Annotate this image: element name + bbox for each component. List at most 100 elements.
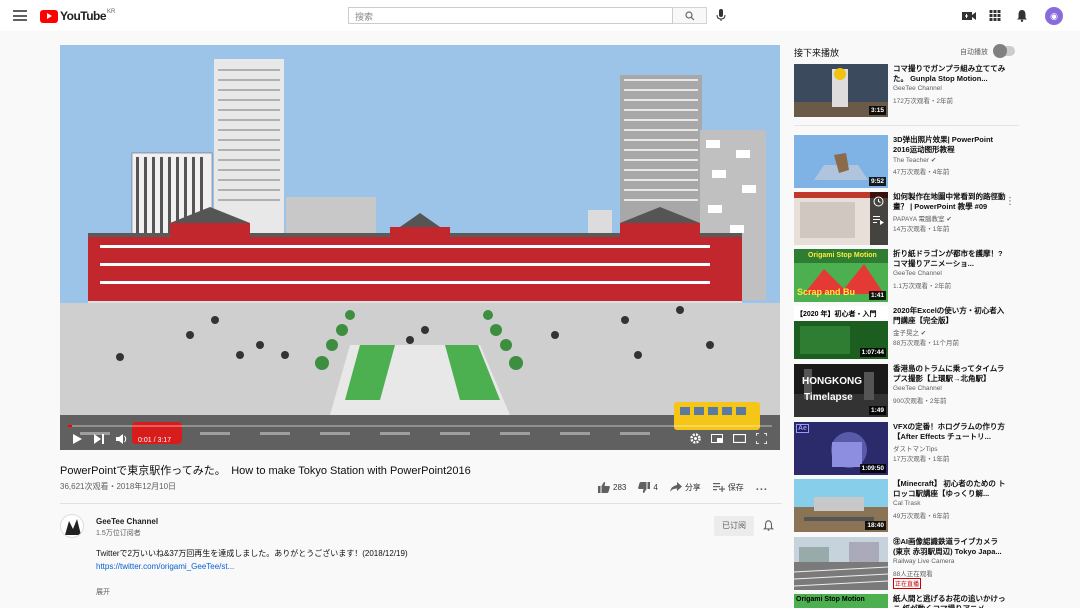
player-controls: 0:01 / 3:17	[60, 428, 780, 450]
rec-title: コマ撮りでガンプラ組み立ててみた。 Gunpla Stop Motion...	[893, 64, 1006, 83]
thumb-text: Timelapse	[804, 392, 853, 403]
video-player[interactable]: 0:01 / 3:17	[60, 45, 780, 450]
duration-badge: 18:40	[865, 521, 886, 530]
video-description: Twitterで2万いいね&37万回再生を達成しました。ありがとうございます！(…	[96, 548, 408, 573]
thumb-text: Scrap and Bu	[797, 287, 856, 297]
live-badge: 正在直播	[893, 578, 922, 589]
channel-logo-icon	[65, 519, 81, 535]
recommendation-item[interactable]: Origami Stop Motion 紙人間と逃げるお花の追いかけっこ 紙が動…	[794, 594, 1019, 608]
region-code: KR	[107, 9, 116, 15]
rec-meta: 49万次观看・6年前	[893, 513, 950, 520]
rec-channel: 金子晃之 ✔	[893, 330, 927, 337]
subscriber-count: 1.5万位订阅者	[96, 530, 141, 537]
rec-title: 紙人間と逃げるお花の追いかけっこ 紙が動くコマ撮りアニメ	[893, 594, 1006, 608]
thumbnail[interactable]: Origami Stop Motion	[794, 594, 888, 608]
rec-meta: 88人正在观看	[893, 571, 933, 578]
next-icon[interactable]	[94, 434, 104, 444]
menu-icon[interactable]	[13, 10, 27, 21]
rec-channel: Cal Trask	[893, 500, 921, 507]
thumbnail[interactable]: 18:40	[794, 479, 888, 532]
share-icon	[669, 482, 682, 492]
autoplay-label: 自动播放	[960, 49, 988, 56]
channel-bell-icon[interactable]	[763, 520, 774, 531]
thumbnail[interactable]: 3:15	[794, 64, 888, 117]
progress-fill	[68, 425, 72, 427]
rec-title: 3D弹出照片效果| PowerPoint 2016运动图形教程	[893, 135, 994, 154]
rec-meta: 17万次观看・1年前	[893, 456, 950, 463]
rec-title: 2020年Excelの使い方・初心者入門講座【完全版】	[893, 306, 1005, 325]
rec-channel: ダストマンTips	[893, 446, 938, 453]
recommendation-item[interactable]: 3:15 コマ撮りでガンプラ組み立ててみた。 Gunpla Stop Motio…	[794, 64, 1019, 117]
recommendation-item[interactable]: 【2020 年】初心者・入門 1:07:44 2020年Excelの使い方・初心…	[794, 306, 1019, 359]
thumbs-up-icon	[598, 481, 610, 493]
search-button[interactable]	[673, 7, 707, 24]
fullscreen-icon[interactable]	[756, 433, 767, 444]
duration-badge: 1:49	[868, 406, 886, 415]
rec-title: VFXの定番！ホログラムの作り方【After Effects チュートリ...	[893, 422, 1005, 441]
rec-meta: 900次观看・2年前	[893, 398, 947, 405]
search-input[interactable]: 搜索	[348, 7, 673, 24]
description-link[interactable]: https://twitter.com/origami_GeeTee/st...	[96, 562, 234, 571]
thumbnail[interactable]: Ae 1:09:50	[794, 422, 888, 475]
dislike-button[interactable]: 4	[638, 481, 658, 493]
apps-grid-icon[interactable]	[988, 9, 1002, 22]
time-display: 0:01 / 3:17	[138, 437, 172, 444]
create-video-icon[interactable]	[962, 9, 976, 22]
thumb-text: Origami Stop Motion	[796, 596, 865, 603]
recommendation-item[interactable]: Origami Stop Motion Scrap and Bu 1:41 折り…	[794, 249, 1019, 302]
rec-meta: 47万次观看・4年前	[893, 169, 950, 176]
theater-mode-icon[interactable]	[733, 434, 746, 443]
save-button[interactable]: 保存	[712, 482, 744, 493]
video-frame-illustration	[60, 45, 780, 450]
microphone-icon[interactable]	[716, 9, 726, 22]
expand-description-button[interactable]: 展开	[96, 587, 110, 597]
recommendation-item[interactable]: ㊟AI画像認識鉄道ライブカメラ (東京 赤羽駅周辺) Tokyo Japa...…	[794, 537, 1019, 590]
rec-channel: GeeTee Channel	[893, 270, 942, 277]
rec-channel: PAPAYA 電腦教室 ✔	[893, 216, 952, 223]
play-icon[interactable]	[72, 434, 82, 444]
watch-later-icon[interactable]	[873, 196, 884, 207]
thumb-text: HONGKONG	[802, 376, 862, 387]
thumbnail[interactable]: Origami Stop Motion Scrap and Bu 1:41	[794, 249, 888, 302]
video-title: PowerPointで東京駅作ってみた。 How to make Tokyo S…	[60, 465, 471, 477]
rec-meta: 14万次观看・1年前	[893, 226, 950, 233]
recommendation-item[interactable]: Ae 1:09:50 VFXの定番！ホログラムの作り方【After Effect…	[794, 422, 1019, 475]
settings-gear-icon[interactable]	[690, 433, 701, 444]
thumb-text: 【2020 年】初心者・入門	[796, 311, 877, 318]
sidebar-separator	[794, 125, 1019, 126]
thumbs-down-icon	[638, 481, 651, 493]
duration-badge: 1:07:44	[859, 348, 886, 357]
up-next-heading: 接下来播放	[794, 48, 840, 58]
channel-name[interactable]: GeeTee Channel	[96, 517, 158, 526]
volume-icon[interactable]	[116, 434, 128, 444]
thumbnail[interactable]: 【2020 年】初心者・入門 1:07:44	[794, 306, 888, 359]
youtube-play-icon	[40, 9, 58, 23]
thumbnail[interactable]: HONGKONG Timelapse 1:49	[794, 364, 888, 417]
recommendation-item[interactable]: 如何製作在地圖中常看到的路徑動畫？ | PowerPoint 教學 #09 PA…	[794, 192, 1019, 245]
subscribed-button[interactable]: 已订阅	[714, 516, 754, 536]
duration-badge: 1:09:50	[859, 464, 886, 473]
logo-text: YouTube	[60, 9, 107, 23]
recommendation-item[interactable]: 9:52 3D弹出照片效果| PowerPoint 2016运动图形教程 The…	[794, 135, 1019, 188]
autoplay-toggle[interactable]	[993, 44, 1015, 58]
notifications-bell-icon[interactable]	[1015, 9, 1029, 22]
recommendation-item[interactable]: 18:40 【Minecraft】 初心者のための トロッコ駅講座【ゆっくり解.…	[794, 479, 1019, 532]
like-button[interactable]: 283	[598, 481, 627, 493]
recommendation-item[interactable]: HONGKONG Timelapse 1:49 香港島のトラムに乗ってタイムラプ…	[794, 364, 1019, 417]
miniplayer-icon[interactable]	[711, 434, 723, 443]
add-to-queue-icon[interactable]	[873, 214, 884, 225]
share-label: 分享	[684, 482, 701, 492]
share-button[interactable]: 分享	[669, 482, 701, 493]
dislike-count: 4	[653, 482, 658, 492]
more-options-icon[interactable]: ⋮	[1005, 196, 1015, 207]
user-avatar[interactable]: ◉	[1045, 7, 1063, 25]
more-actions-button[interactable]: ...	[756, 481, 768, 493]
youtube-logo[interactable]: YouTube KR	[40, 9, 115, 23]
progress-bar[interactable]	[68, 425, 772, 427]
channel-avatar[interactable]	[60, 514, 84, 538]
thumbnail[interactable]	[794, 192, 888, 245]
rec-meta: 172万次观看・2年前	[893, 98, 953, 105]
like-count: 283	[613, 482, 627, 492]
thumbnail[interactable]	[794, 537, 888, 590]
thumbnail[interactable]: 9:52	[794, 135, 888, 188]
